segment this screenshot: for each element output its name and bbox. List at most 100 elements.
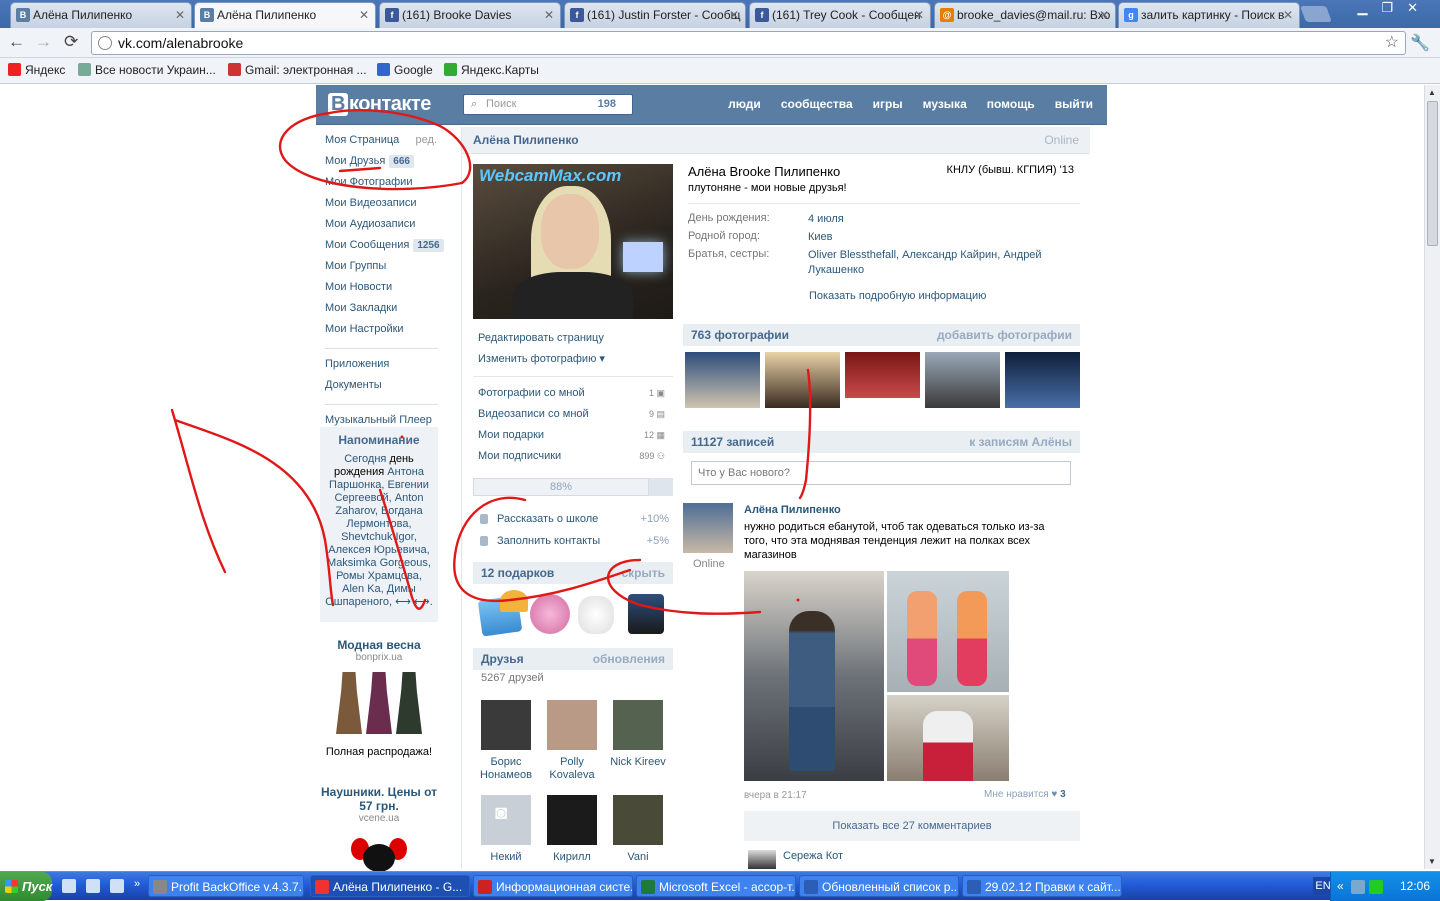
post-photo[interactable] bbox=[887, 571, 1009, 692]
close-tab-icon[interactable]: ✕ bbox=[1283, 3, 1293, 27]
friend-avatar[interactable] bbox=[481, 700, 531, 750]
friend-name[interactable]: Кирилл bbox=[553, 851, 591, 863]
close-tab-icon[interactable]: ✕ bbox=[729, 3, 739, 27]
friend-avatar[interactable] bbox=[613, 795, 663, 845]
headphones-image[interactable] bbox=[347, 832, 411, 872]
bookmark-item[interactable]: Яндекс bbox=[8, 63, 65, 77]
edit-page-link[interactable]: Редактировать страницу bbox=[473, 328, 673, 349]
post-photo[interactable] bbox=[887, 695, 1009, 781]
photos-header[interactable]: 763 фотографии добавить фотографии bbox=[683, 324, 1080, 346]
new-tab-button[interactable] bbox=[1300, 6, 1332, 22]
friends-header[interactable]: Друзья обновления bbox=[473, 648, 673, 670]
browser-tab[interactable]: f (161) Brooke Davies ✕ bbox=[379, 2, 561, 28]
menu-my-audio[interactable]: Мои Аудиозаписи bbox=[325, 215, 445, 236]
close-tab-icon[interactable]: ✕ bbox=[175, 3, 185, 27]
menu-my-messages[interactable]: Мои Сообщения 1256 bbox=[325, 236, 445, 257]
friend-name[interactable]: Некий bbox=[490, 851, 521, 863]
browser-tab[interactable]: f (161) Trey Cook - Сообщен ✕ bbox=[749, 2, 931, 28]
photo-thumb[interactable] bbox=[765, 352, 840, 408]
profile-status[interactable]: плутоняне - мои новые друзья! bbox=[688, 182, 847, 194]
menu-apps[interactable]: Приложения bbox=[325, 355, 445, 376]
bookmark-item[interactable]: Яндекс.Карты bbox=[444, 63, 539, 77]
friend-card[interactable]: Vani bbox=[608, 795, 668, 864]
photo-thumb[interactable] bbox=[685, 352, 760, 408]
quicklaunch-app-icon[interactable] bbox=[110, 879, 124, 893]
bookmark-item[interactable]: Google bbox=[377, 63, 433, 77]
minimize-icon[interactable]: ▁ bbox=[1357, 0, 1381, 15]
ad-image[interactable] bbox=[320, 672, 438, 736]
photo-thumb[interactable] bbox=[845, 352, 920, 398]
to-wall-link[interactable]: к записям Алёны bbox=[969, 431, 1072, 453]
post-time[interactable]: вчера в 21:17 bbox=[744, 790, 807, 801]
nav-games[interactable]: игры bbox=[873, 97, 903, 111]
bookmark-item[interactable]: Все новости Украин... bbox=[78, 63, 216, 77]
bookmark-item[interactable]: Gmail: электронная ... bbox=[228, 63, 367, 77]
tip-school[interactable]: Рассказать о школе +10% bbox=[473, 508, 673, 530]
browser-tab-active[interactable]: В Алёна Пилипенко ✕ bbox=[194, 2, 376, 28]
camera-placeholder-icon[interactable]: ◙ bbox=[481, 795, 531, 845]
scrollbar-thumb[interactable] bbox=[1427, 101, 1438, 246]
gift-image[interactable] bbox=[500, 590, 528, 612]
wall-post-input[interactable]: Что у Вас нового? bbox=[691, 461, 1071, 485]
bookmark-star-icon[interactable]: ☆ bbox=[1385, 32, 1399, 54]
taskbar-item[interactable]: Microsoft Excel - ассор-т... bbox=[636, 875, 796, 897]
page-scrollbar[interactable]: ▲ ▼ bbox=[1424, 85, 1440, 869]
ad-title[interactable]: Наушники. Цены от 57 грн. bbox=[320, 785, 438, 813]
menu-my-bookmarks[interactable]: Мои Закладки bbox=[325, 299, 445, 320]
nav-help[interactable]: помощь bbox=[987, 97, 1035, 111]
post-author-avatar[interactable] bbox=[683, 503, 733, 553]
taskbar-item[interactable]: Profit BackOffice v.4.3.7... bbox=[148, 875, 304, 897]
friend-card[interactable]: Nick Kireev bbox=[608, 700, 668, 769]
videos-with-me-link[interactable]: Видеозаписи со мной 9 ▤ bbox=[473, 404, 673, 425]
reload-icon[interactable]: ⟳ bbox=[64, 32, 78, 52]
photos-with-me-link[interactable]: Фотографии со мной 1 ▣ bbox=[473, 383, 673, 404]
friend-name[interactable]: Vani bbox=[627, 851, 648, 863]
quicklaunch-ie-icon[interactable] bbox=[62, 879, 76, 893]
photo-thumb[interactable] bbox=[925, 352, 1000, 408]
menu-my-videos[interactable]: Мои Видеозаписи bbox=[325, 194, 445, 215]
ad-block[interactable]: Наушники. Цены от 57 грн. vcene.ua bbox=[320, 785, 438, 872]
close-window-icon[interactable]: ✕ bbox=[1407, 0, 1432, 15]
profile-avatar[interactable]: WebcamMax.com bbox=[473, 164, 673, 319]
close-tab-icon[interactable]: ✕ bbox=[359, 3, 369, 27]
close-tab-icon[interactable]: ✕ bbox=[1099, 3, 1109, 27]
friend-avatar[interactable] bbox=[547, 795, 597, 845]
friend-avatar[interactable] bbox=[547, 700, 597, 750]
back-arrow-icon[interactable]: ← bbox=[8, 32, 25, 52]
antivirus-icon[interactable] bbox=[1369, 880, 1383, 894]
friends-updates-link[interactable]: обновления bbox=[593, 648, 665, 670]
add-photos-link[interactable]: добавить фотографии bbox=[937, 324, 1072, 346]
start-button[interactable]: Пуск bbox=[0, 872, 52, 901]
friend-name[interactable]: Борис Нонамеов bbox=[480, 756, 532, 781]
maximize-icon[interactable]: ❐ bbox=[1381, 0, 1407, 15]
reminder-names[interactable]: Антона Паршонка, Евгении Сергеевой, Anto… bbox=[325, 466, 433, 608]
forward-arrow-icon[interactable]: → bbox=[35, 32, 52, 52]
ad-title[interactable]: Модная весна bbox=[320, 638, 438, 652]
wall-header[interactable]: 11127 записей к записям Алёны bbox=[683, 431, 1080, 453]
menu-my-settings[interactable]: Мои Настройки bbox=[325, 320, 445, 341]
friend-card[interactable]: Кирилл bbox=[542, 795, 602, 864]
menu-my-groups[interactable]: Мои Группы bbox=[325, 257, 445, 278]
nav-logout[interactable]: выйти bbox=[1055, 97, 1093, 111]
friend-name[interactable]: Polly Kovaleva bbox=[549, 756, 594, 781]
quicklaunch-doc-icon[interactable] bbox=[86, 879, 100, 893]
taskbar-item[interactable]: Обновленный список р... bbox=[799, 875, 959, 897]
gift-image[interactable] bbox=[530, 594, 570, 634]
close-tab-icon[interactable]: ✕ bbox=[544, 3, 554, 27]
info-value[interactable]: 4 июля bbox=[808, 212, 1058, 227]
my-gifts-link[interactable]: Мои подарки 12 ▦ bbox=[473, 425, 673, 446]
taskbar-item[interactable]: 29.02.12 Правки к сайт... bbox=[962, 875, 1122, 897]
profile-university[interactable]: КНЛУ (бывш. КГПИЯ) '13 bbox=[947, 164, 1074, 176]
taskbar-item-active[interactable]: Алёна Пилипенко - G... bbox=[310, 875, 470, 897]
friend-card[interactable]: Polly Kovaleva bbox=[542, 700, 602, 782]
friend-card[interactable]: Борис Нонамеов bbox=[476, 700, 536, 782]
info-value[interactable]: Киев bbox=[808, 230, 1058, 245]
browser-tab[interactable]: В Алёна Пилипенко ✕ bbox=[10, 2, 192, 28]
ad-block[interactable]: Модная весна bonprix.ua Полная распродаж… bbox=[320, 638, 438, 758]
scroll-down-icon[interactable]: ▼ bbox=[1428, 857, 1436, 866]
friend-avatar[interactable] bbox=[613, 700, 663, 750]
my-followers-link[interactable]: Мои подписчики 899 ⚇ bbox=[473, 446, 673, 467]
browser-tab[interactable]: g залить картинку - Поиск в ✕ bbox=[1118, 2, 1300, 28]
quicklaunch-more-icon[interactable]: » bbox=[134, 878, 140, 890]
tray-expand-icon[interactable]: « bbox=[1337, 872, 1344, 901]
